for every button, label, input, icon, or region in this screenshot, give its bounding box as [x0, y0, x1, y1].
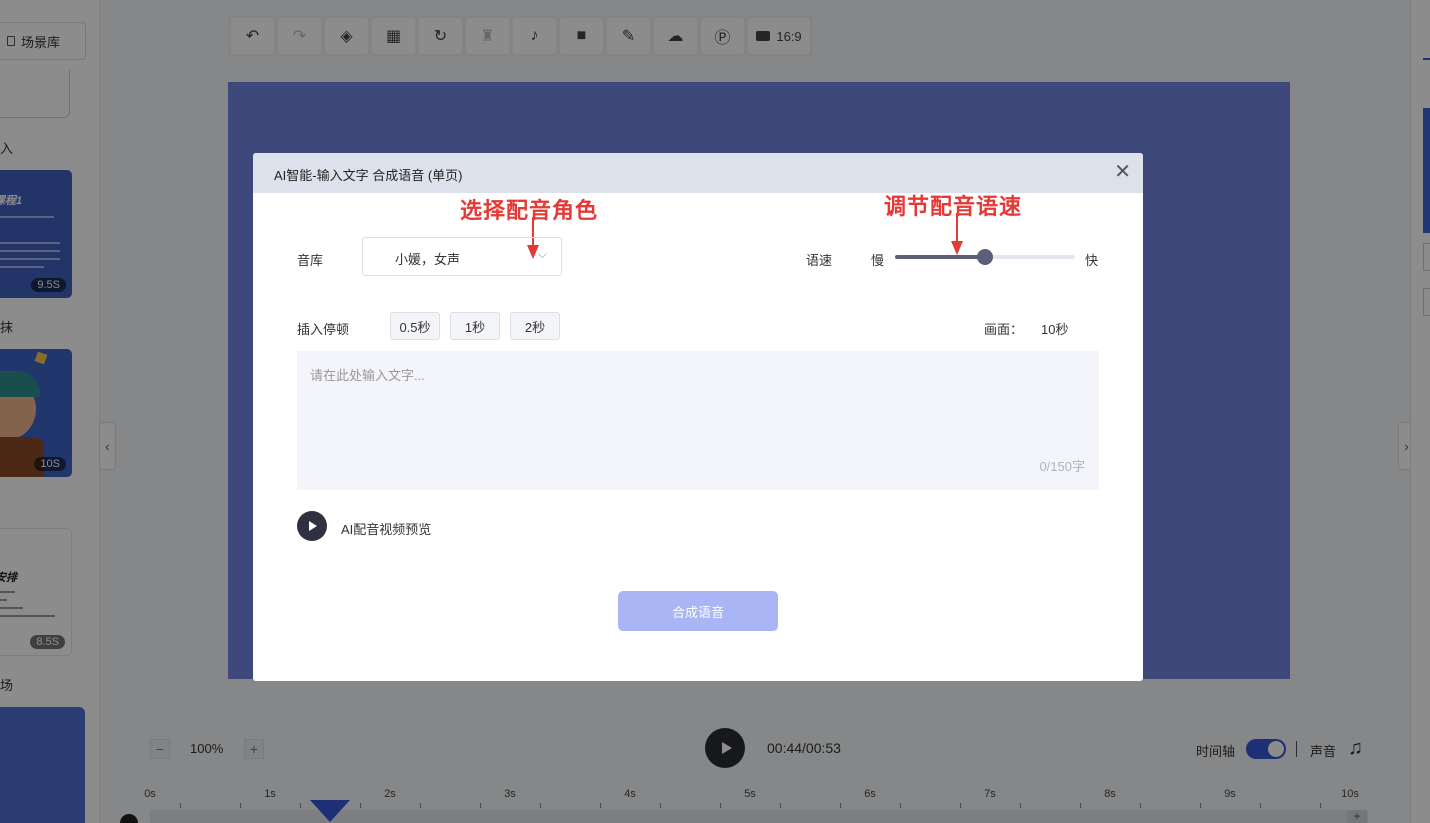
speed-slider-fill — [895, 255, 985, 259]
pause-2s-button[interactable]: 2秒 — [510, 312, 560, 340]
annotation-arrowhead — [951, 241, 963, 255]
speed-slider[interactable] — [895, 249, 1075, 265]
preview-play-button[interactable] — [297, 511, 327, 541]
pause-0-5s-button[interactable]: 0.5秒 — [390, 312, 440, 340]
annotation-arrow — [956, 213, 958, 241]
voice-select[interactable]: 小媛，女声 ⌵ — [362, 237, 562, 276]
speed-slider-handle[interactable] — [977, 249, 993, 265]
dialog-header: AI智能-输入文字 合成语音 (单页) ✕ — [253, 153, 1143, 193]
synthesize-voice-button[interactable]: 合成语音 — [618, 591, 778, 631]
preview-label: AI配音视频预览 — [341, 522, 432, 537]
voice-library-label: 音库 — [297, 253, 324, 268]
pause-1s-button[interactable]: 1秒 — [450, 312, 500, 340]
voice-select-value: 小媛，女声 — [395, 252, 461, 267]
speech-text-input[interactable]: 请在此处输入文字... 0/150字 — [297, 351, 1099, 490]
screen-duration-label: 画面： — [984, 322, 1024, 337]
speed-label: 语速 — [806, 253, 833, 268]
chevron-down-icon: ⌵ — [537, 247, 547, 261]
annotation-adjust-speed: 调节配音语速 — [884, 194, 1023, 219]
speed-slow-label: 慢 — [871, 253, 885, 268]
text-placeholder: 请在此处输入文字... — [310, 368, 425, 383]
annotation-select-voice: 选择配音角色 — [460, 198, 599, 223]
insert-pause-label: 插入停顿 — [297, 322, 350, 337]
close-icon[interactable]: ✕ — [1114, 162, 1131, 182]
dialog-title: AI智能-输入文字 合成语音 (单页) — [274, 168, 463, 183]
speed-fast-label: 快 — [1085, 253, 1099, 268]
ai-voice-dialog: AI智能-输入文字 合成语音 (单页) ✕ 选择配音角色 调节配音语速 音库 小… — [253, 153, 1143, 681]
play-icon — [309, 521, 317, 531]
char-count: 0/150字 — [1039, 459, 1085, 474]
screen-duration-value: 10秒 — [1041, 322, 1069, 337]
